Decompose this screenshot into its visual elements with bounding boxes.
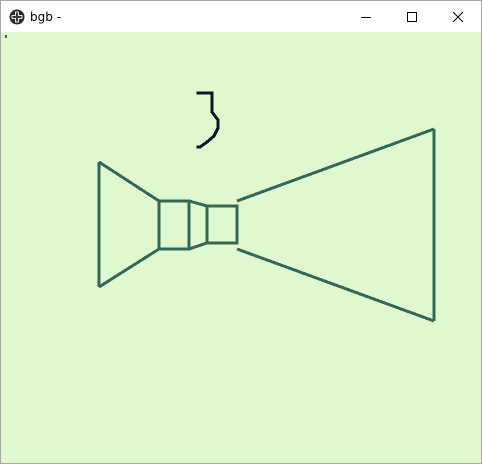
dpad-cross-icon [9, 9, 25, 25]
stray-pixel [5, 35, 7, 38]
close-icon [452, 11, 464, 22]
hook-sprite [196, 91, 220, 149]
minimize-button[interactable] [343, 1, 389, 32]
game-screen-canvas [5, 35, 436, 323]
emulator-window: bgb - [0, 0, 482, 464]
window-title: bgb - [30, 10, 61, 24]
minimize-icon [361, 16, 371, 18]
maximize-button[interactable] [389, 1, 435, 32]
close-button[interactable] [435, 1, 481, 32]
corridor-wireframe [97, 127, 436, 323]
title-bar[interactable]: bgb - [1, 1, 481, 32]
maximize-icon [407, 11, 417, 22]
game-screen[interactable] [1, 32, 481, 463]
